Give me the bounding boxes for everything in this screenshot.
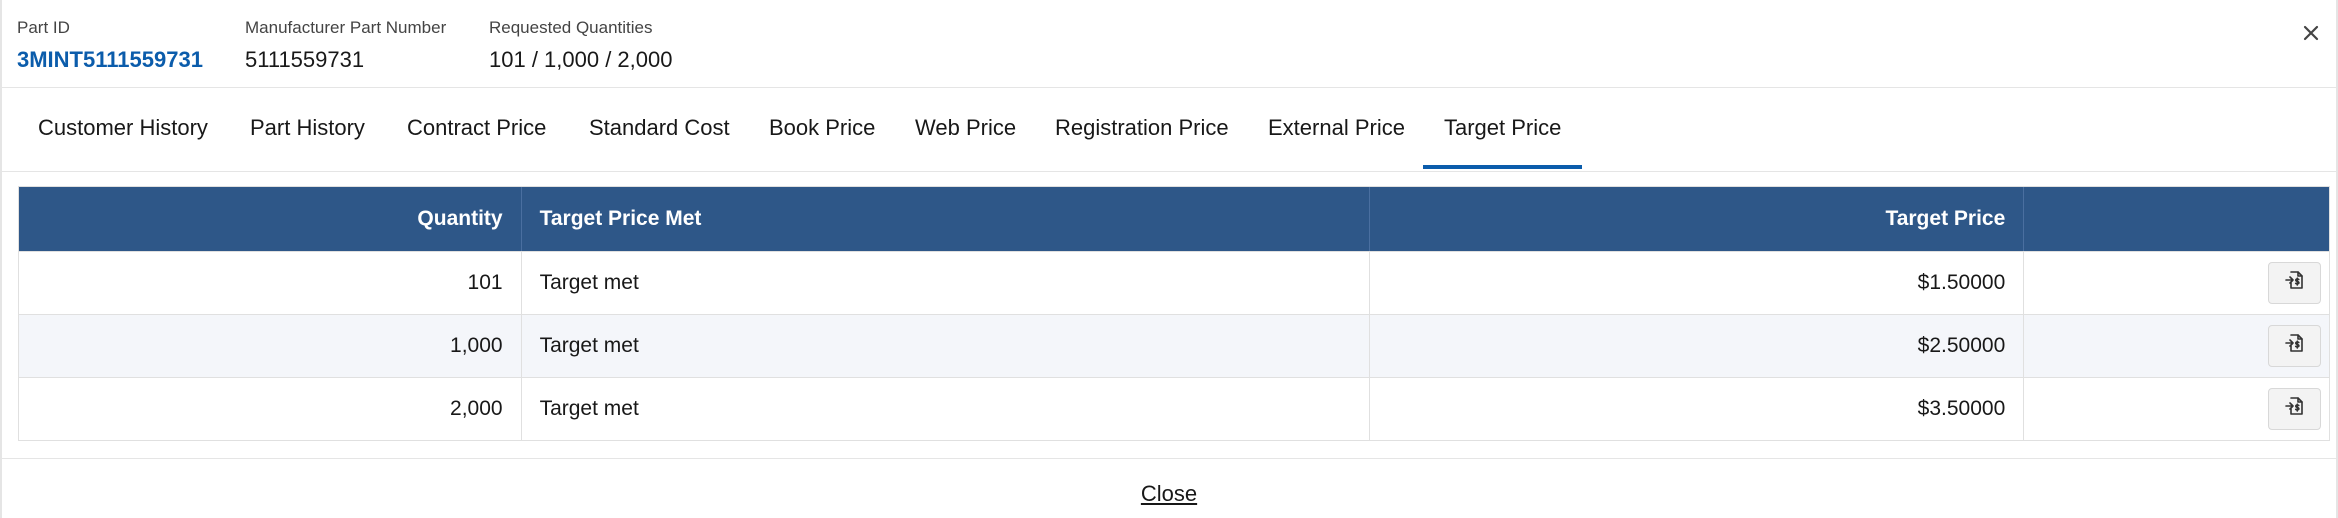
part-id-label: Part ID (17, 18, 70, 37)
target-price-table: Quantity Target Price Met Target Price 1… (18, 186, 2330, 441)
tab-part-history[interactable]: Part History (250, 88, 365, 172)
close-button[interactable]: Close (2, 481, 2336, 507)
tab-bar: Customer History Part History Contract P… (2, 88, 2336, 172)
target-price-cell: $1.50000 (1370, 252, 2025, 314)
apply-price-button[interactable] (2268, 388, 2322, 430)
tab-web-price[interactable]: Web Price (915, 88, 1016, 172)
mpn-field: Manufacturer Part Number 5111559731 (245, 18, 446, 74)
apply-price-icon (2284, 395, 2306, 423)
table-header: Quantity Target Price Met Target Price (19, 187, 2329, 251)
action-cell (2024, 252, 2329, 314)
target-price-cell: $3.50000 (1370, 378, 2025, 440)
mpn-value: 5111559731 (245, 47, 365, 72)
close-icon[interactable] (2300, 22, 2322, 44)
tab-contract-price[interactable]: Contract Price (407, 88, 546, 172)
apply-price-icon (2284, 269, 2306, 297)
table-row: 101 Target met $1.50000 (19, 251, 2329, 314)
target-price-modal: Part ID 3MINT5111559731 Manufacturer Par… (0, 0, 2338, 518)
part-id-field: Part ID 3MINT5111559731 (17, 18, 203, 74)
target-met-cell: Target met (522, 252, 1370, 314)
tab-registration-price[interactable]: Registration Price (1055, 88, 1229, 172)
tab-standard-cost[interactable]: Standard Cost (589, 88, 730, 172)
column-header-quantity: Quantity (19, 187, 522, 251)
apply-price-button[interactable] (2268, 262, 2322, 304)
quantity-cell: 1,000 (19, 315, 522, 377)
quantity-cell: 2,000 (19, 378, 522, 440)
target-met-cell: Target met (522, 315, 1370, 377)
target-met-cell: Target met (522, 378, 1370, 440)
column-header-actions (2024, 187, 2329, 251)
requested-quantities-value: 101 / 1,000 / 2,000 (489, 47, 673, 72)
modal-footer: Close (2, 458, 2336, 518)
part-id-link[interactable]: 3MINT5111559731 (17, 46, 203, 74)
target-price-cell: $2.50000 (1370, 315, 2025, 377)
table-row: 2,000 Target met $3.50000 (19, 377, 2329, 440)
table-row: 1,000 Target met $2.50000 (19, 314, 2329, 377)
tab-target-price[interactable]: Target Price (1422, 88, 1583, 172)
quantity-cell: 101 (19, 252, 522, 314)
action-cell (2024, 315, 2329, 377)
tab-external-price[interactable]: External Price (1268, 88, 1405, 172)
column-header-target-price-met: Target Price Met (522, 187, 1370, 251)
requested-quantities-field: Requested Quantities 101 / 1,000 / 2,000 (489, 18, 673, 74)
tab-customer-history[interactable]: Customer History (38, 88, 208, 172)
apply-price-icon (2284, 332, 2306, 360)
apply-price-button[interactable] (2268, 325, 2322, 367)
column-header-target-price: Target Price (1370, 187, 2025, 251)
part-header: Part ID 3MINT5111559731 Manufacturer Par… (2, 0, 2336, 88)
mpn-label: Manufacturer Part Number (245, 18, 447, 37)
action-cell (2024, 378, 2329, 440)
tab-book-price[interactable]: Book Price (769, 88, 875, 172)
requested-quantities-label: Requested Quantities (489, 18, 653, 37)
